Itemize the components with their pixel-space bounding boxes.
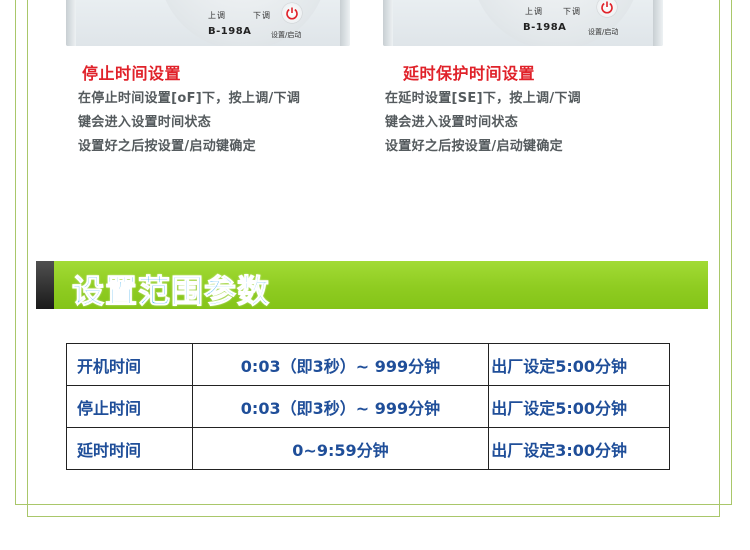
stop-time-setting-description: 在停止时间设置[oF]下，按上调/下调 键会进入设置时间状态 设置好之后按设置/… bbox=[78, 87, 300, 159]
up-button-label: 上调 bbox=[525, 7, 543, 16]
power-icon bbox=[601, 1, 613, 14]
up-button-label: 上调 bbox=[208, 11, 226, 20]
delay-protection-setting-title: 延时保护时间设置 bbox=[403, 64, 536, 83]
param-name-cell: 停止时间 bbox=[66, 385, 193, 428]
device-photo-right: 上调 下调 B-198A 设置/启动 bbox=[383, 0, 663, 46]
banner-title: 设置范围参数 bbox=[71, 272, 271, 311]
description-line: 在停止时间设置[oF]下，按上调/下调 bbox=[78, 91, 301, 106]
set-start-label: 设置/启动 bbox=[588, 28, 619, 36]
table-row: 延时时间 0~9:59分钟 出厂设定3:00分钟 bbox=[66, 427, 670, 470]
description-line: 键会进入设置时间状态 bbox=[78, 115, 212, 130]
description-line: 设置好之后按设置/启动键确定 bbox=[78, 139, 256, 154]
device-dial bbox=[158, 0, 328, 46]
frame-right-line bbox=[731, 0, 732, 505]
device-edge bbox=[383, 0, 393, 46]
device-model: B-198A bbox=[208, 26, 252, 37]
param-range-cell: 0:03（即3秒）~ 999分钟 bbox=[191, 343, 490, 386]
param-name-cell: 开机时间 bbox=[66, 343, 193, 386]
down-button-label: 下调 bbox=[253, 11, 271, 20]
param-range-cell: 0~9:59分钟 bbox=[191, 427, 490, 470]
power-button bbox=[282, 3, 302, 23]
param-name-cell: 延时时间 bbox=[66, 427, 193, 470]
param-range-cell: 0:03（即3秒）~ 999分钟 bbox=[191, 385, 490, 428]
param-default-cell: 出厂设定5:00分钟 bbox=[488, 385, 670, 428]
stop-time-setting-title: 停止时间设置 bbox=[82, 64, 182, 83]
down-button-label: 下调 bbox=[563, 7, 581, 16]
param-default-cell: 出厂设定5:00分钟 bbox=[488, 343, 670, 386]
frame-right-inner-line bbox=[719, 0, 720, 517]
table-row: 开机时间 0:03（即3秒）~ 999分钟 出厂设定5:00分钟 bbox=[66, 343, 670, 386]
device-model: B-198A bbox=[523, 22, 567, 33]
device-edge bbox=[66, 0, 76, 46]
delay-protection-setting-description: 在延时设置[SE]下，按上调/下调 键会进入设置时间状态 设置好之后按设置/启动… bbox=[385, 87, 581, 159]
set-start-label: 设置/启动 bbox=[271, 31, 302, 39]
device-edge bbox=[653, 0, 663, 46]
frame-left-inner-line bbox=[27, 0, 28, 517]
power-icon bbox=[286, 7, 298, 20]
frame-left-line bbox=[15, 0, 16, 505]
table-row: 停止时间 0:03（即3秒）~ 999分钟 出厂设定5:00分钟 bbox=[66, 385, 670, 428]
description-line: 键会进入设置时间状态 bbox=[385, 115, 519, 130]
device-edge bbox=[340, 0, 350, 46]
frame-bottom-line bbox=[15, 504, 732, 505]
description-line: 在延时设置[SE]下，按上调/下调 bbox=[385, 91, 581, 106]
setting-range-table: 开机时间 0:03（即3秒）~ 999分钟 出厂设定5:00分钟 停止时间 0:… bbox=[66, 343, 670, 470]
param-default-cell: 出厂设定3:00分钟 bbox=[488, 427, 670, 470]
device-photo-left: 上调 下调 B-198A 设置/启动 bbox=[66, 0, 350, 46]
banner-tab-marker bbox=[36, 261, 54, 309]
description-line: 设置好之后按设置/启动键确定 bbox=[385, 139, 563, 154]
frame-bottom-inner-line bbox=[27, 516, 720, 517]
